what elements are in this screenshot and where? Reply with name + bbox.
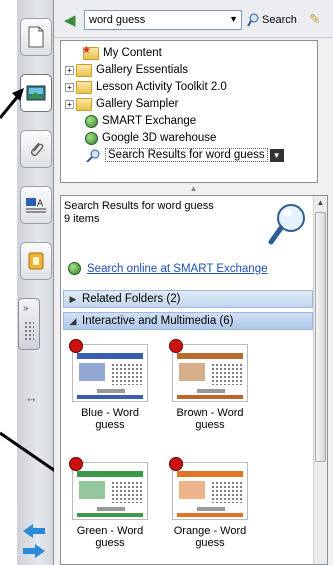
pen-icon[interactable]: ✎ <box>309 11 321 28</box>
globe-icon <box>85 131 98 145</box>
tree-item-label: My Content <box>103 47 162 59</box>
tree-item-gallery-sampler[interactable]: + Gallery Sampler <box>65 96 178 112</box>
my-content-folder-icon: ★ <box>82 45 99 60</box>
search-online-link[interactable]: Search online at SMART Exchange <box>68 262 268 275</box>
globe-icon <box>68 262 81 275</box>
results-count: 9 items <box>64 213 100 225</box>
thumbnail-label: Brown - Word guess <box>176 407 244 431</box>
scroll-up-icon[interactable]: ▲ <box>314 196 327 210</box>
folder-icon <box>76 63 92 77</box>
scroll-thumb[interactable] <box>315 212 326 462</box>
tree-dropdown-icon[interactable]: ▼ <box>269 148 284 162</box>
thumbnail-image <box>169 457 248 520</box>
chevron-right-icon: ▶ <box>69 293 77 304</box>
tree-item-label: SMART Exchange <box>102 115 197 127</box>
flash-badge-icon <box>69 457 83 471</box>
folder-icon <box>76 80 92 94</box>
expand-icon[interactable]: + <box>65 65 74 75</box>
results-header: Search Results for word guess 9 items <box>64 200 214 226</box>
tree-item-smart-exchange[interactable]: SMART Exchange <box>85 113 196 129</box>
thumbnail-image <box>69 339 148 402</box>
thumbnail-blue-word-guess[interactable]: Blue - Word guess <box>69 339 151 431</box>
tree-item-label: Gallery Essentials <box>96 64 189 76</box>
tree-item-google-3d-warehouse[interactable]: Google 3D warehouse <box>85 130 216 146</box>
results-scrollbar[interactable]: ▲ <box>313 196 327 564</box>
section-interactive-multimedia[interactable]: ◢ Interactive and Multimedia (6) <box>63 312 313 330</box>
tree-item-label: Search Results for word guess <box>105 148 268 162</box>
thumbnail-image <box>169 339 248 402</box>
search-icon <box>247 13 259 27</box>
search-icon <box>86 149 100 162</box>
thumbnail-label: Blue - Word guess <box>81 407 139 431</box>
search-button-label: Search <box>262 14 297 26</box>
flash-badge-icon <box>169 339 183 353</box>
search-input[interactable] <box>85 11 215 29</box>
gallery-panel: ◀ ▼ Search ✎ ★ My Content + Gallery Esse… <box>54 0 333 565</box>
chevron-down-icon: ◢ <box>69 315 77 326</box>
panel-splitter[interactable]: ▲ <box>54 184 333 194</box>
search-button[interactable]: Search <box>247 11 297 29</box>
folder-icon <box>76 97 92 111</box>
tree-item-label: Gallery Sampler <box>96 98 179 110</box>
tree-item-lesson-activity-toolkit[interactable]: + Lesson Activity Toolkit 2.0 <box>65 79 227 95</box>
globe-icon <box>85 114 98 128</box>
section-label: Related Folders (2) <box>82 293 181 305</box>
thumbnail-label: Orange - Word guess <box>173 525 247 549</box>
flash-badge-icon <box>169 457 183 471</box>
search-field[interactable]: ▼ <box>84 10 242 30</box>
tree-item-search-results[interactable]: Search Results for word guess ▼ <box>85 147 284 163</box>
thumbnail-label: Green - Word guess <box>76 525 144 549</box>
expand-icon[interactable]: + <box>65 82 74 92</box>
expand-icon[interactable]: + <box>65 99 74 109</box>
thumbnail-brown-word-guess[interactable]: Brown - Word guess <box>169 339 251 431</box>
tree-item-my-content[interactable]: ★ My Content <box>82 45 162 61</box>
gallery-tree: ★ My Content + Gallery Essentials + Less… <box>60 40 318 183</box>
thumbnail-orange-word-guess[interactable]: Orange - Word guess <box>169 457 251 549</box>
section-label: Interactive and Multimedia (6) <box>82 315 234 327</box>
search-online-label: Search online at SMART Exchange <box>87 262 268 275</box>
search-results-area: Search Results for word guess 9 items Se… <box>60 195 328 565</box>
flash-badge-icon <box>69 339 83 353</box>
results-title: Search Results for word guess <box>64 200 214 212</box>
tree-item-gallery-essentials[interactable]: + Gallery Essentials <box>65 62 188 78</box>
thumbnail-image <box>69 457 148 520</box>
section-related-folders[interactable]: ▶ Related Folders (2) <box>63 290 313 308</box>
search-dropdown-icon[interactable]: ▼ <box>229 14 238 24</box>
back-arrow-icon[interactable]: ◀ <box>64 11 76 29</box>
thumbnail-green-word-guess[interactable]: Green - Word guess <box>69 457 151 549</box>
tree-item-label: Lesson Activity Toolkit 2.0 <box>96 81 227 93</box>
annotation-arrow-top <box>0 95 20 119</box>
gallery-toolbar: ◀ ▼ Search ✎ <box>54 0 333 38</box>
tree-item-label: Google 3D warehouse <box>102 132 217 144</box>
magnifier-icon <box>268 204 305 245</box>
